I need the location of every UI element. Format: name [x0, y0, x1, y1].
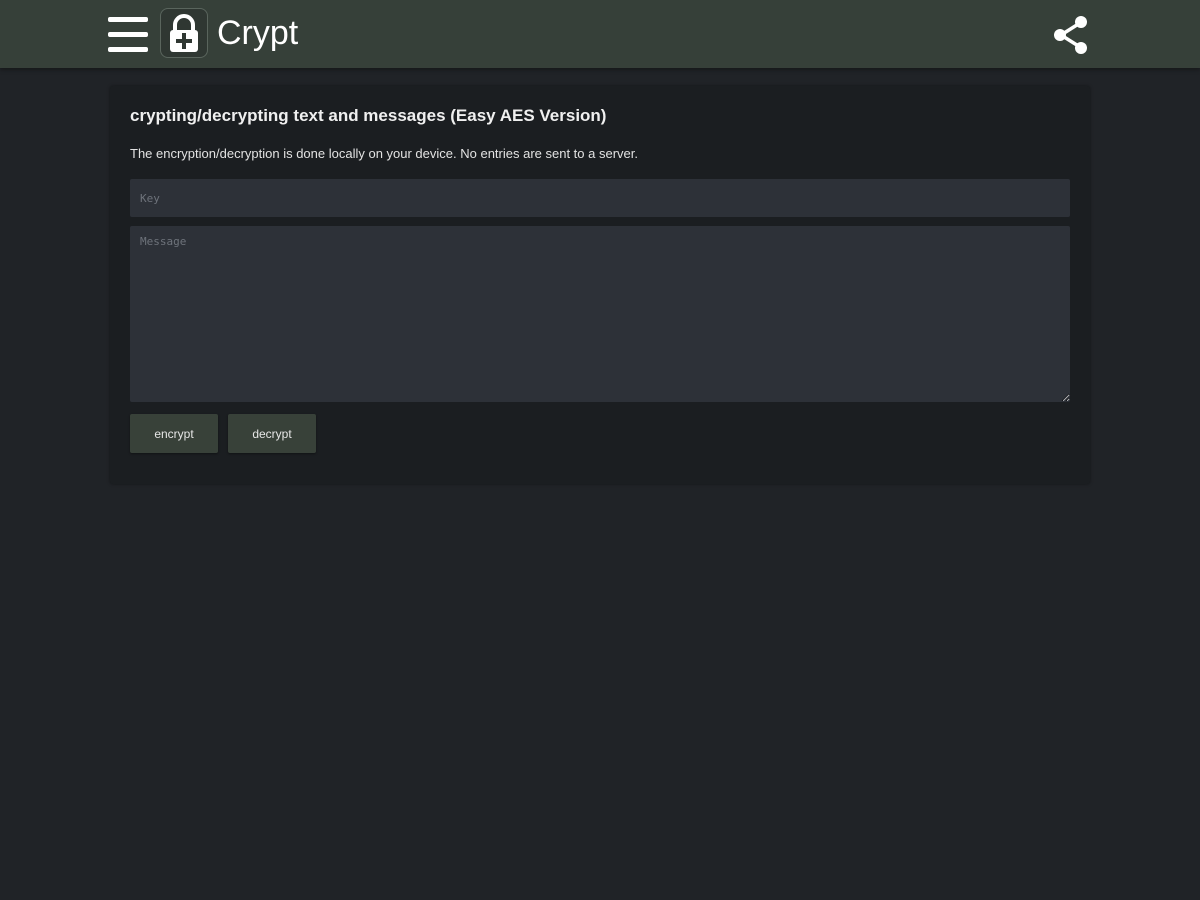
lock-plus-icon: [170, 14, 198, 52]
encrypt-button[interactable]: encrypt: [130, 414, 218, 453]
card-description: The encryption/decryption is done locall…: [130, 146, 638, 161]
app-logo: [160, 8, 208, 58]
app-title: Crypt: [217, 14, 299, 52]
message-input[interactable]: [130, 226, 1070, 402]
crypt-card: crypting/decrypting text and messages (E…: [110, 86, 1090, 484]
card-title: crypting/decrypting text and messages (E…: [130, 106, 607, 125]
app-header: Crypt: [0, 0, 1200, 68]
share-button[interactable]: [1050, 14, 1092, 56]
share-icon: [1054, 16, 1087, 54]
key-input[interactable]: [130, 179, 1070, 217]
hamburger-menu-icon[interactable]: [106, 14, 150, 56]
decrypt-button[interactable]: decrypt: [228, 414, 316, 453]
